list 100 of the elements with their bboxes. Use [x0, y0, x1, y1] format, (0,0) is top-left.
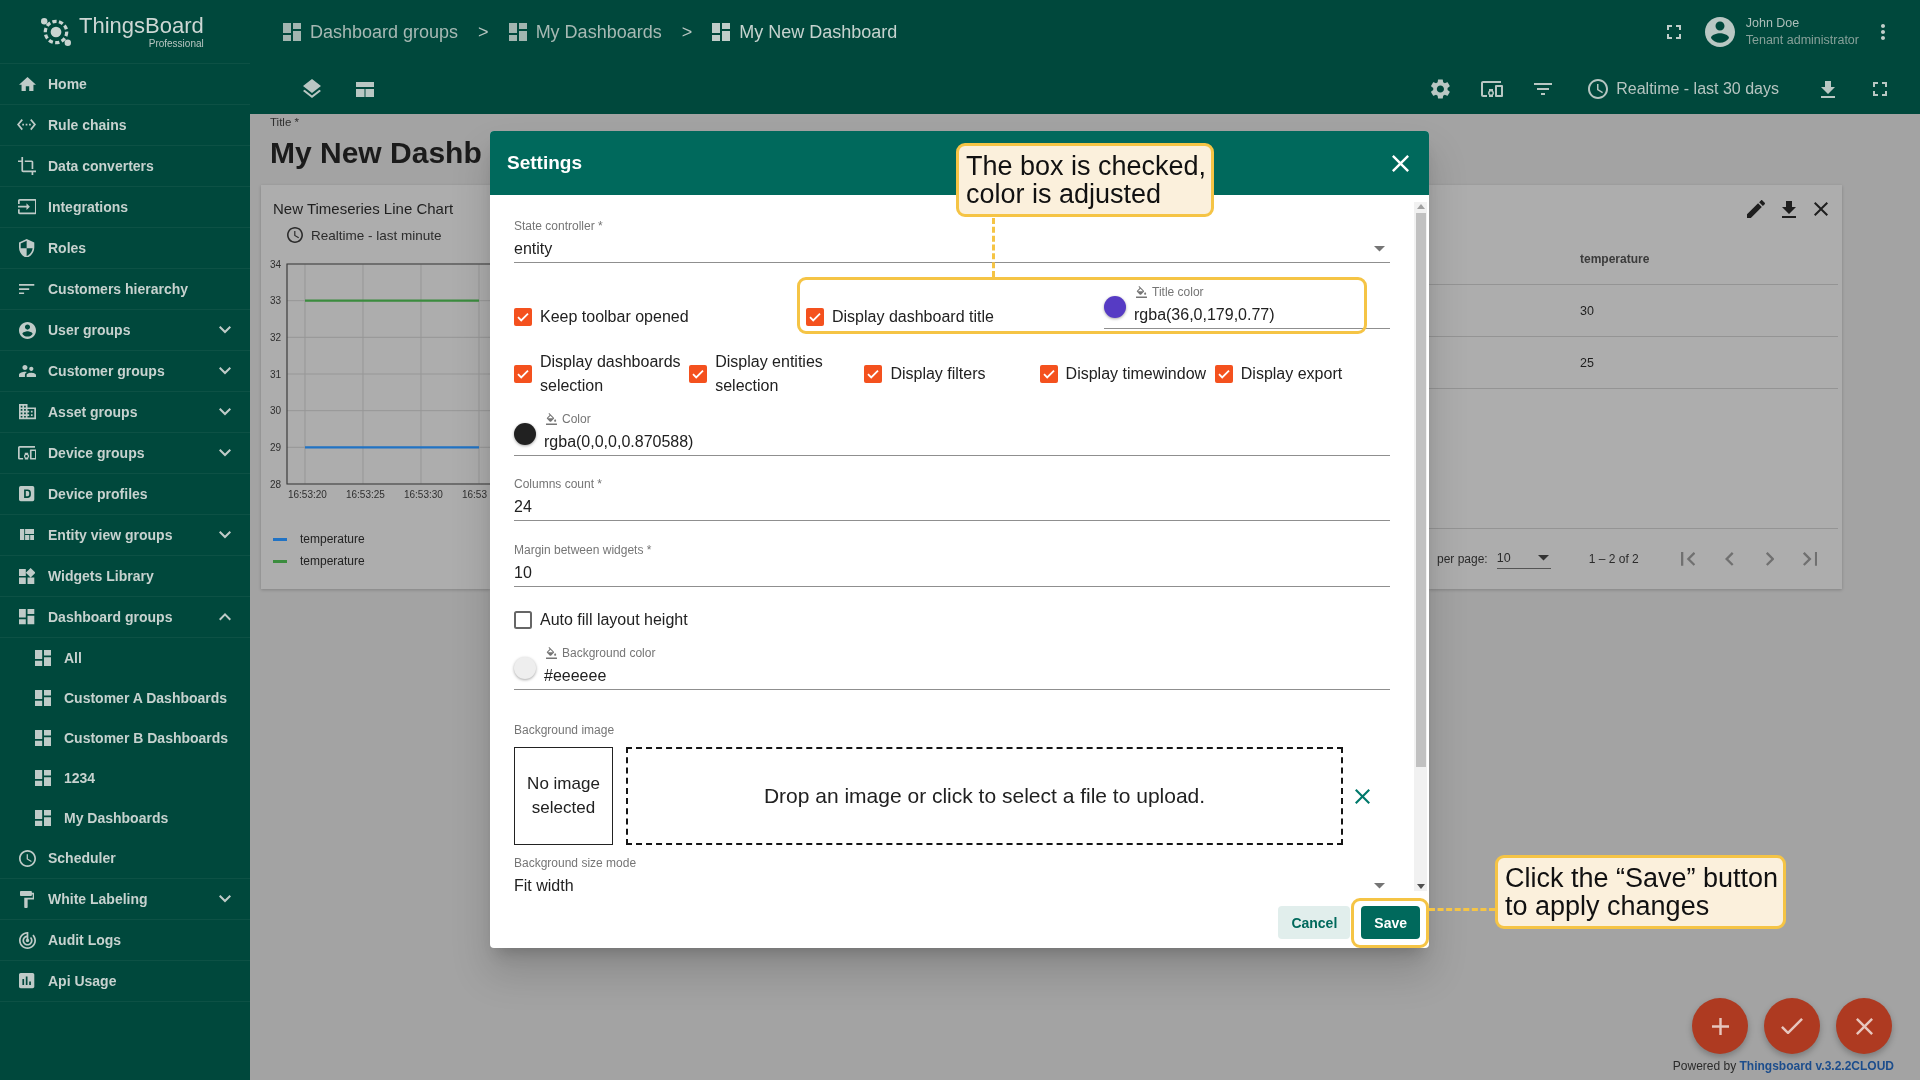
logo-text: ThingsBoard	[79, 14, 204, 38]
save-button[interactable]: Save	[1361, 906, 1420, 939]
caret-down-icon[interactable]	[1416, 884, 1425, 889]
settings-icon[interactable]	[1431, 79, 1451, 99]
d-tile-icon	[19, 486, 35, 502]
text-field[interactable]: Columns count * 24	[514, 476, 1390, 521]
checkbox[interactable]	[514, 611, 532, 629]
chevron-down-icon[interactable]	[219, 408, 231, 416]
checkbox-label: Keep toolbar opened	[540, 307, 689, 327]
sidebar-item[interactable]: Customer B Dashboards	[0, 718, 250, 758]
dashboard-icon	[34, 689, 52, 707]
checkbox-label: Display dashboard title	[832, 307, 994, 327]
download-icon[interactable]	[1782, 200, 1796, 218]
clear-icon[interactable]	[1355, 788, 1370, 804]
checkbox[interactable]	[1214, 365, 1233, 383]
sidebar-item[interactable]: All	[0, 638, 250, 678]
color-swatch-icon[interactable]	[1104, 296, 1126, 318]
sidebar-item[interactable]: 1234	[0, 758, 250, 798]
sidebar-item[interactable]: My Dashboards	[0, 798, 250, 838]
chevron-down-icon[interactable]	[219, 326, 231, 334]
fullscreen-icon[interactable]	[1666, 25, 1681, 39]
sidebar-item[interactable]: Audit Logs	[0, 920, 250, 961]
paint-bucket-icon	[546, 646, 557, 660]
breadcrumb-separator: >	[681, 21, 693, 43]
sidebar-item[interactable]: Home	[0, 64, 250, 105]
close-icon[interactable]	[1814, 202, 1828, 216]
checkbox[interactable]	[1039, 365, 1058, 383]
version-link[interactable]: Thingsboard v.3.2.2CLOUD	[1739, 1059, 1894, 1073]
sidebar-item[interactable]: Asset groups	[0, 392, 250, 433]
chevron-up-icon[interactable]	[219, 613, 231, 621]
fullscreen-icon[interactable]	[1873, 82, 1887, 96]
checkbox[interactable]	[689, 365, 708, 383]
sidebar-item[interactable]: Customer A Dashboards	[0, 678, 250, 718]
dashboard-icon	[19, 609, 35, 625]
breadcrumb-link[interactable]: My Dashboards	[508, 21, 662, 43]
dashboard-title: My New Dashb	[270, 135, 482, 171]
target-icon	[18, 931, 36, 949]
field-value: rgba(0,0,0,0.870588)	[544, 432, 694, 452]
page-size-select[interactable]: 10	[1496, 549, 1551, 569]
sidebar-item[interactable]: Device profiles	[0, 474, 250, 515]
sidebar-item[interactable]: Dashboard groups	[0, 597, 250, 638]
download-icon[interactable]	[1821, 80, 1835, 98]
sidebar-item[interactable]: Device groups	[0, 433, 250, 474]
chevron-down-icon[interactable]	[219, 531, 231, 539]
select-field[interactable]: Background size mode Fit width	[514, 855, 1390, 895]
drop-zone[interactable]: Drop an image or click to select a file to upload.	[626, 747, 1343, 845]
input-arrow-icon	[17, 199, 37, 215]
breadcrumb-link[interactable]: My New Dashboard	[712, 21, 898, 43]
cancel-button[interactable]: Cancel	[1278, 906, 1351, 939]
edit-icon[interactable]	[1747, 199, 1765, 219]
field-value: rgba(36,0,179,0.77)	[1134, 305, 1275, 325]
timewindow-button[interactable]: Realtime - last 30 days	[1588, 79, 1779, 99]
axis-tick-label: 33	[269, 295, 281, 307]
sidebar-item[interactable]: Widgets Library	[0, 556, 250, 597]
checkbox[interactable]	[514, 365, 532, 383]
chevron-down-icon[interactable]	[219, 895, 231, 903]
select-field[interactable]: State controller * entity	[514, 218, 1390, 263]
checkbox[interactable]	[806, 308, 824, 326]
devices-icon[interactable]	[1481, 81, 1504, 97]
scrollbar[interactable]	[1414, 202, 1427, 891]
dashboard-icon	[283, 23, 301, 41]
color-field[interactable]: Color rgba(0,0,0,0.870588)	[514, 411, 1390, 456]
sidebar-item[interactable]: Roles	[0, 228, 250, 269]
shield-icon	[19, 238, 35, 258]
sidebar-item[interactable]: Customer groups	[0, 351, 250, 392]
avatar-icon[interactable]	[1704, 17, 1735, 47]
crop-icon	[17, 156, 37, 176]
table-cell: 30	[1580, 303, 1594, 318]
checkbox[interactable]	[514, 308, 532, 326]
table-icon[interactable]	[356, 81, 374, 97]
close-icon	[1855, 1017, 1873, 1035]
sidebar-item[interactable]: White Labeling	[0, 879, 250, 920]
more-icon[interactable]	[1881, 24, 1885, 40]
field-value: #eeeeee	[544, 666, 608, 686]
chevron-down-icon[interactable]	[219, 449, 231, 457]
sidebar-item[interactable]: Entity view groups	[0, 515, 250, 556]
color-swatch-icon[interactable]	[514, 423, 536, 445]
close-icon[interactable]	[1392, 154, 1409, 172]
dialog-title: Settings	[507, 152, 582, 174]
color-field[interactable]: Title color rgba(36,0,179,0.77)	[1104, 284, 1362, 329]
devices-icon	[17, 446, 37, 460]
sidebar-item[interactable]: User groups	[0, 310, 250, 351]
caret-icon	[1537, 555, 1549, 561]
field-value: 10	[514, 563, 532, 583]
color-field[interactable]: Background color #eeeeee	[514, 645, 1390, 690]
paint-roller-icon	[19, 890, 35, 908]
breadcrumb-link[interactable]: Dashboard groups	[283, 21, 459, 43]
checkbox[interactable]	[864, 365, 883, 383]
chevron-down-icon[interactable]	[219, 367, 231, 375]
callout: Click the “Save” button to apply changes	[1495, 855, 1787, 929]
layers-icon[interactable]	[303, 79, 321, 99]
filter-icon[interactable]	[1534, 83, 1553, 95]
text-field[interactable]: Margin between widgets * 10	[514, 542, 1390, 587]
axis-tick-label: 31	[269, 368, 281, 380]
axis-tick-label: 34	[269, 258, 281, 270]
column-header[interactable]: temperature	[1580, 251, 1650, 266]
sidebar-item[interactable]: Api Usage	[0, 961, 250, 1002]
dashboard-icon	[34, 649, 52, 667]
color-swatch-icon[interactable]	[514, 657, 536, 679]
field-label: Columns count *	[514, 476, 604, 492]
